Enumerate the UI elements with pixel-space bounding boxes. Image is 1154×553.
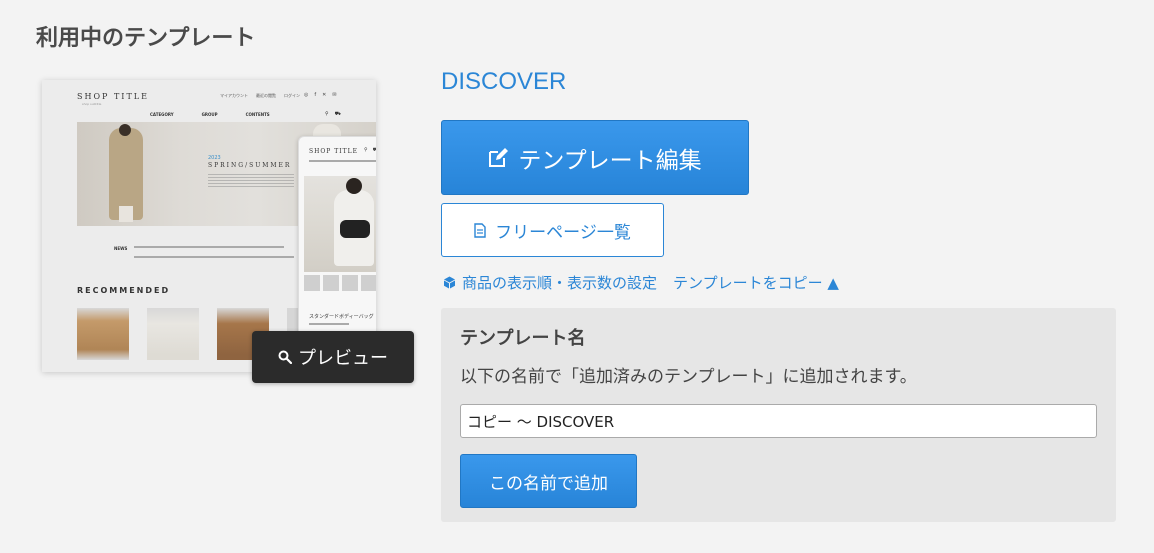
mobile-product-title: スタンダードボディーバッグ [309,314,374,320]
thumbnail-social-icons: ◎ f ✕ ✉ [304,92,337,98]
thumbnail-top-nav: マイアカウント 最近の閲覧 ログイン [220,93,300,99]
edit-template-button[interactable]: テンプレート編集 [441,120,749,195]
thumbnail-news-line [134,246,284,248]
preview-button[interactable]: プレビュー [252,331,414,383]
thumbnail-shop-subtitle: shop subtitle [82,102,102,106]
copy-panel-title: テンプレート名 [460,328,586,349]
template-name-input[interactable] [460,404,1097,438]
sort-settings-link[interactable]: 商品の表示順・表示数の設定 [443,272,657,293]
mail-icon: ✉ [332,92,337,98]
cube-icon [444,276,455,289]
preview-button-label: プレビュー [298,348,388,369]
mobile-breadcrumb [309,160,376,162]
thumbnail-shop-title: SHOP TITLE [77,92,149,101]
free-pages-button[interactable]: フリーページ一覧 [441,203,664,257]
cart-icon: ⛟ [373,147,376,154]
mobile-product-thumbnails [304,275,376,291]
mobile-product-image [304,176,376,272]
template-thumbnail[interactable]: SHOP TITLE shop subtitle マイアカウント 最近の閲覧 ロ… [42,80,376,372]
search-icon: ⚲ [364,147,368,153]
copy-template-label: テンプレートをコピー ▲ [673,274,839,292]
x-icon: ✕ [322,92,327,98]
mobile-product-sub-line [309,323,349,325]
sort-settings-label: 商品の表示順・表示数の設定 [462,274,658,292]
page-title: 利用中のテンプレート [36,26,256,51]
mobile-shop-title: SHOP TITLE [309,148,358,155]
thumbnail-cart-icons: ⚲ ⛟ [325,111,341,118]
thumbnail-category-item: CATEGORY [150,112,174,117]
template-name-heading: DISCOVER [441,68,567,95]
thumbnail-category-nav: CATEGORY GROUP CONTENTS [150,112,270,117]
copy-template-panel: テンプレート名 以下の名前で「追加済みのテンプレート」に追加されます。 この名前… [441,308,1116,522]
thumbnail-top-nav-item: 最近の閲覧 [256,93,276,98]
settings-links: 商品の表示順・表示数の設定 テンプレートをコピー ▲ [443,272,839,293]
copy-template-link[interactable]: テンプレートをコピー ▲ [673,272,839,293]
search-icon: ⚲ [325,111,329,117]
thumbnail-recommended-heading: RECOMMENDED [77,286,171,295]
thumbnail-news-line [134,256,294,258]
free-pages-label: フリーページ一覧 [495,222,631,243]
hero-figure [109,124,143,222]
cart-icon: ⛟ [334,111,341,117]
document-icon [474,222,486,238]
thumbnail-category-item: CONTENTS [245,112,270,117]
hero-year: 2023 [208,155,221,161]
thumbnail-category-item: GROUP [201,112,218,117]
thumbnail-news-label: NEWS [114,246,128,251]
hero-season: SPRING/SUMMER [208,162,292,169]
mobile-header-icons: ⚲ ⛟ ≡ [364,147,376,154]
search-icon [278,350,292,364]
facebook-icon: f [314,92,317,98]
thumbnail-top-nav-item: ログイン [284,93,300,98]
thumbnail-product-image [147,308,199,360]
copy-panel-description: 以下の名前で「追加済みのテンプレート」に追加されます。 [460,367,917,387]
add-with-name-button[interactable]: この名前で追加 [460,454,637,508]
edit-icon [489,147,509,167]
thumbnail-product-image [77,308,129,360]
hero-text-lines [208,174,294,188]
thumbnail-top-nav-item: マイアカウント [220,93,248,98]
edit-template-label: テンプレート編集 [518,147,702,174]
instagram-icon: ◎ [304,92,309,98]
